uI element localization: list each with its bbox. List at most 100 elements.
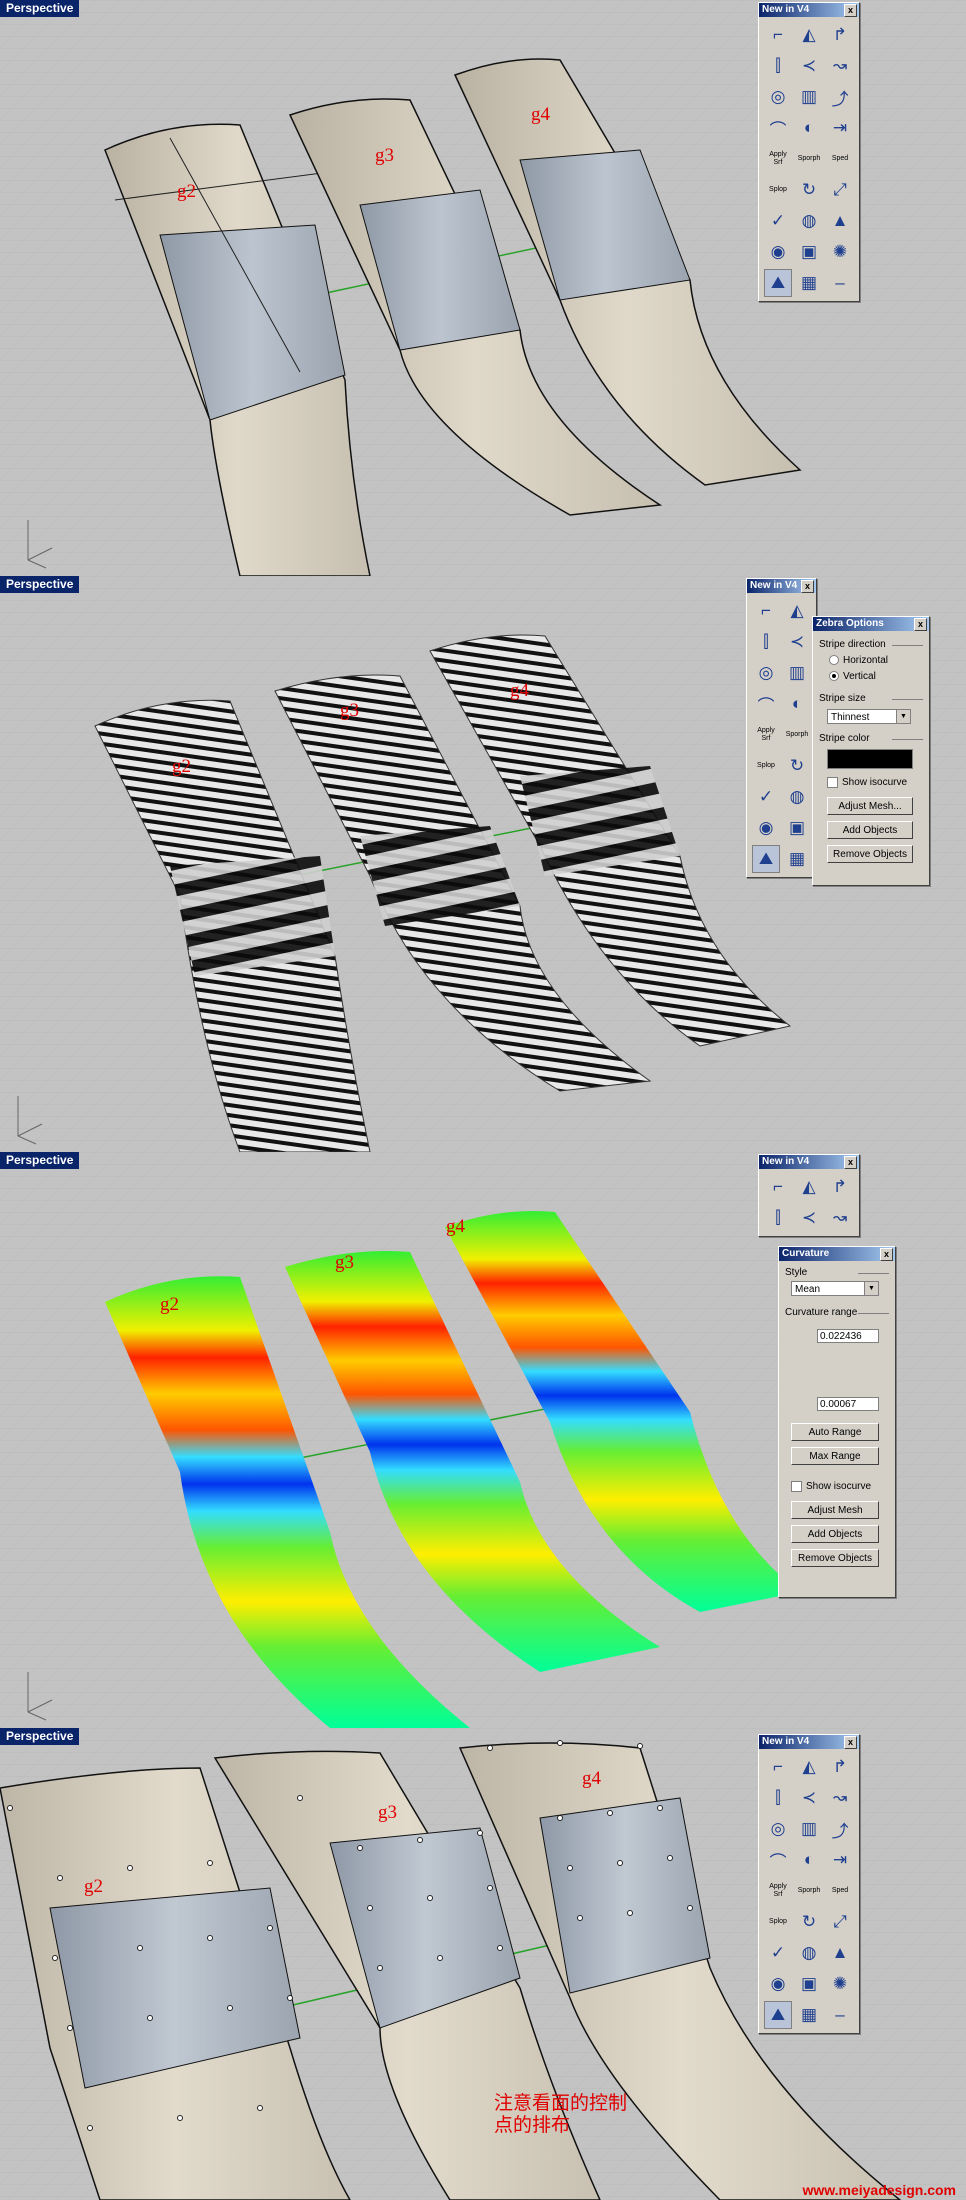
perspective-viewport[interactable]: Perspective xyxy=(0,576,966,1152)
blend-edge-icon[interactable]: ↱ xyxy=(826,1173,854,1201)
fillet-edge-icon[interactable]: ⌐ xyxy=(764,21,792,49)
sporph-icon[interactable]: Sporph xyxy=(795,145,823,173)
splop-icon[interactable]: Splop xyxy=(764,1908,792,1936)
flow-icon[interactable]: ↝ xyxy=(826,1784,854,1812)
twist-icon[interactable]: ◎ xyxy=(752,659,780,687)
taper-icon[interactable]: ▥ xyxy=(783,659,811,687)
taper-icon[interactable]: ▥ xyxy=(795,1815,823,1843)
stretch-icon[interactable]: ⌒ xyxy=(752,690,780,718)
check-icon[interactable]: ✓ xyxy=(764,207,792,235)
merge-edge-icon[interactable]: ≺ xyxy=(795,1784,823,1812)
cage-icon[interactable]: ⇥ xyxy=(826,1846,854,1874)
helix-icon[interactable]: ✺ xyxy=(826,1970,854,1998)
rotate-icon[interactable]: ↻ xyxy=(795,1908,823,1936)
show-isocurve-checkbox[interactable]: Show isocurve xyxy=(791,1481,871,1492)
extend-surface-icon[interactable]: ◭ xyxy=(795,1753,823,1781)
dash-icon[interactable]: – xyxy=(826,269,854,297)
toolbar-title[interactable]: New in V4 x xyxy=(759,1735,859,1749)
maelstrom-icon[interactable]: ◐ xyxy=(795,1846,823,1874)
show-isocurve-checkbox[interactable]: Show isocurve xyxy=(827,777,907,788)
split-edge-icon[interactable]: ⫿ xyxy=(764,52,792,80)
max-range-button[interactable]: Max Range xyxy=(791,1447,879,1465)
bend-icon[interactable]: ⤴ xyxy=(826,1815,854,1843)
cone-icon[interactable]: ▲ xyxy=(826,207,854,235)
blend-edge-icon[interactable]: ↱ xyxy=(826,21,854,49)
check-icon[interactable]: ✓ xyxy=(752,783,780,811)
close-icon[interactable]: x xyxy=(801,580,814,593)
fillet-edge-icon[interactable]: ⌐ xyxy=(752,597,780,625)
new-in-v4-toolbar[interactable]: New in V4 x ⌐ ◭ ↱ ⫿ ≺ ↝ ◎ ▥ ⤴ ⌒ ◐ ⇥ Apply… xyxy=(758,1734,860,2034)
perspective-viewport[interactable]: Perspective xyxy=(0,1728,966,2200)
merge-edge-icon[interactable]: ≺ xyxy=(783,628,811,656)
adjust-mesh-button[interactable]: Adjust Mesh... xyxy=(827,797,913,815)
horizontal-radio[interactable]: Horizontal xyxy=(829,655,888,666)
merge-edge-icon[interactable]: ≺ xyxy=(795,1204,823,1232)
perspective-viewport[interactable]: Perspective xyxy=(0,1152,966,1728)
dash-icon[interactable]: – xyxy=(826,2001,854,2029)
remove-objects-button[interactable]: Remove Objects xyxy=(791,1549,879,1567)
apply-srf-icon[interactable]: Apply Srf xyxy=(752,721,780,749)
scale-icon[interactable]: ⤢ xyxy=(826,1908,854,1936)
zebra-grid-icon[interactable]: ▦ xyxy=(783,845,811,873)
add-objects-button[interactable]: Add Objects xyxy=(791,1525,879,1543)
environment-map-icon[interactable]: ⛰ xyxy=(764,2001,792,2029)
dialog-title[interactable]: Zebra Options x xyxy=(813,617,929,631)
close-icon[interactable]: x xyxy=(844,4,857,17)
environment-map-icon[interactable]: ⛰ xyxy=(752,845,780,873)
extend-surface-icon[interactable]: ◭ xyxy=(795,21,823,49)
perspective-viewport[interactable]: Perspective xyxy=(0,0,966,576)
viewport-title[interactable]: Perspective xyxy=(0,1728,80,1745)
bend-icon[interactable]: ⤴ xyxy=(826,83,854,111)
close-icon[interactable]: x xyxy=(844,1156,857,1169)
cage-icon[interactable]: ⇥ xyxy=(826,114,854,142)
fillet-edge-icon[interactable]: ⌐ xyxy=(764,1753,792,1781)
stretch-icon[interactable]: ⌒ xyxy=(764,1846,792,1874)
vertical-radio[interactable]: Vertical xyxy=(829,671,876,682)
rotate-icon[interactable]: ↻ xyxy=(795,176,823,204)
fillet-edge-icon[interactable]: ⌐ xyxy=(764,1173,792,1201)
dialog-title[interactable]: Curvature x xyxy=(779,1247,895,1261)
remove-objects-button[interactable]: Remove Objects xyxy=(827,845,913,863)
box-icon[interactable]: ▣ xyxy=(795,1970,823,1998)
extend-surface-icon[interactable]: ◭ xyxy=(783,597,811,625)
splop-icon[interactable]: Splop xyxy=(752,752,780,780)
torus-icon[interactable]: ◉ xyxy=(764,1970,792,1998)
sped-icon[interactable]: Sped xyxy=(826,1877,854,1905)
zebra-grid-icon[interactable]: ▦ xyxy=(795,269,823,297)
flow-icon[interactable]: ↝ xyxy=(826,1204,854,1232)
twist-icon[interactable]: ◎ xyxy=(764,83,792,111)
torus-icon[interactable]: ◉ xyxy=(764,238,792,266)
merge-edge-icon[interactable]: ≺ xyxy=(795,52,823,80)
sped-icon[interactable]: Sped xyxy=(826,145,854,173)
stripe-color-swatch[interactable] xyxy=(827,749,913,769)
sporph-icon[interactable]: Sporph xyxy=(783,721,811,749)
cone-icon[interactable]: ▲ xyxy=(826,1939,854,1967)
extend-surface-icon[interactable]: ◭ xyxy=(795,1173,823,1201)
sphere-icon[interactable]: ◍ xyxy=(783,783,811,811)
taper-icon[interactable]: ▥ xyxy=(795,83,823,111)
toolbar-title[interactable]: New in V4 x xyxy=(759,3,859,17)
split-edge-icon[interactable]: ⫿ xyxy=(752,628,780,656)
adjust-mesh-button[interactable]: Adjust Mesh xyxy=(791,1501,879,1519)
new-in-v4-toolbar[interactable]: New in V4 x ⌐ ◭ ↱ ⫿ ≺ ↝ xyxy=(758,1154,860,1237)
close-icon[interactable]: x xyxy=(914,618,927,631)
sporph-icon[interactable]: Sporph xyxy=(795,1877,823,1905)
splop-icon[interactable]: Splop xyxy=(764,176,792,204)
rotate-icon[interactable]: ↻ xyxy=(783,752,811,780)
auto-range-button[interactable]: Auto Range xyxy=(791,1423,879,1441)
close-icon[interactable]: x xyxy=(880,1248,893,1261)
scale-icon[interactable]: ⤢ xyxy=(826,176,854,204)
zebra-grid-icon[interactable]: ▦ xyxy=(795,2001,823,2029)
blend-edge-icon[interactable]: ↱ xyxy=(826,1753,854,1781)
helix-icon[interactable]: ✺ xyxy=(826,238,854,266)
split-edge-icon[interactable]: ⫿ xyxy=(764,1204,792,1232)
environment-map-icon[interactable]: ⛰ xyxy=(764,269,792,297)
box-icon[interactable]: ▣ xyxy=(783,814,811,842)
maelstrom-icon[interactable]: ◐ xyxy=(783,690,811,718)
viewport-title[interactable]: Perspective xyxy=(0,0,80,17)
stripe-size-select[interactable]: Thinnest ▼ xyxy=(827,709,911,724)
box-icon[interactable]: ▣ xyxy=(795,238,823,266)
sphere-icon[interactable]: ◍ xyxy=(795,1939,823,1967)
new-in-v4-toolbar[interactable]: New in V4 x ⌐ ◭ ⫿ ≺ ◎ ▥ ⌒ ◐ Apply Srf Spo… xyxy=(746,578,817,878)
add-objects-button[interactable]: Add Objects xyxy=(827,821,913,839)
